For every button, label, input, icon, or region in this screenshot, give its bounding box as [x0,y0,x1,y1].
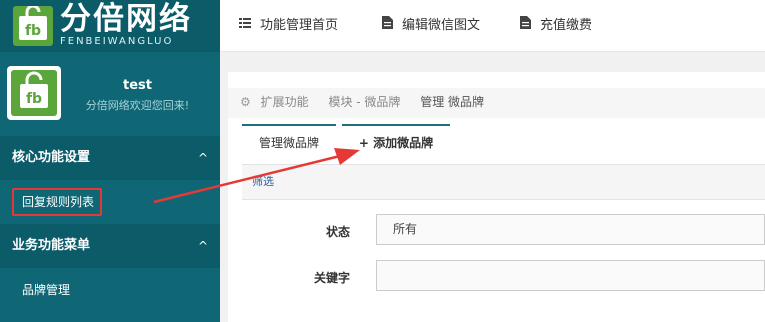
top-nav: 功能管理首页 编辑微信图文 充值缴费 [220,0,765,52]
user-name: test [123,78,152,93]
logo-bar: fb 分倍网络 FENBEIWANGLUO [0,0,220,52]
breadcrumb-item[interactable]: 模块 - 微品牌 [328,95,400,109]
keyword-input[interactable] [376,260,765,291]
keyword-label: 关键字 [313,271,350,285]
list-icon [238,0,252,52]
nav-item-label: 编辑微信图文 [402,18,481,33]
sidebar-item-brand-management[interactable]: 品牌管理 [0,268,220,312]
sidebar: fb 分倍网络 FENBEIWANGLUO fb test 分倍网络欢迎您回来!… [0,0,220,322]
sidebar-section-title: 业务功能菜单 [12,238,91,253]
document-icon [518,0,532,52]
logo-title: 分倍网络 [60,1,192,37]
status-select-value: 所有 [393,222,418,236]
tab-strip: 管理微品牌 + 添加微品牌 [242,124,765,164]
logo-icon: fb [13,4,53,46]
gear-icon: ⚙ [240,95,251,109]
svg-text:fb: fb [26,91,42,107]
sidebar-section-title: 核心功能设置 [12,150,91,165]
filter-panel: 筛选 [242,164,765,200]
avatar[interactable]: fb [7,66,61,120]
document-icon [380,0,394,52]
user-welcome: 分倍网络欢迎您回来! [85,99,190,112]
sidebar-section-core[interactable]: 核心功能设置 ^ [0,136,220,180]
breadcrumb-item[interactable]: 扩展功能 [261,95,309,109]
chevron-up-icon: ^ [197,239,208,253]
chevron-up-icon: ^ [197,151,208,165]
filter-link[interactable]: 筛选 [252,175,274,188]
sidebar-section-business[interactable]: 业务功能菜单 ^ [0,224,220,268]
breadcrumb: ⚙ 扩展功能 模块 - 微品牌 管理 微品牌 [228,88,765,118]
tab-manage-brand[interactable]: 管理微品牌 [242,124,336,162]
tab-add-brand[interactable]: + 添加微品牌 [342,124,450,162]
logo-subtitle: FENBEIWANGLUO [60,36,174,47]
nav-item-edit-article[interactable]: 编辑微信图文 [380,0,480,52]
sidebar-item-label: 品牌管理 [22,283,71,297]
nav-item-label: 功能管理首页 [260,18,339,33]
nav-item-function-home[interactable]: 功能管理首页 [238,0,338,52]
breadcrumb-current: 管理 微品牌 [420,95,485,109]
nav-item-recharge[interactable]: 充值缴费 [518,0,592,52]
annotation-highlight-box [12,188,102,216]
svg-text:fb: fb [25,23,41,39]
user-panel: fb test 分倍网络欢迎您回来! [0,52,220,136]
status-select[interactable]: 所有 [376,214,765,245]
nav-item-label: 充值缴费 [540,18,593,33]
status-label: 状态 [325,225,350,239]
